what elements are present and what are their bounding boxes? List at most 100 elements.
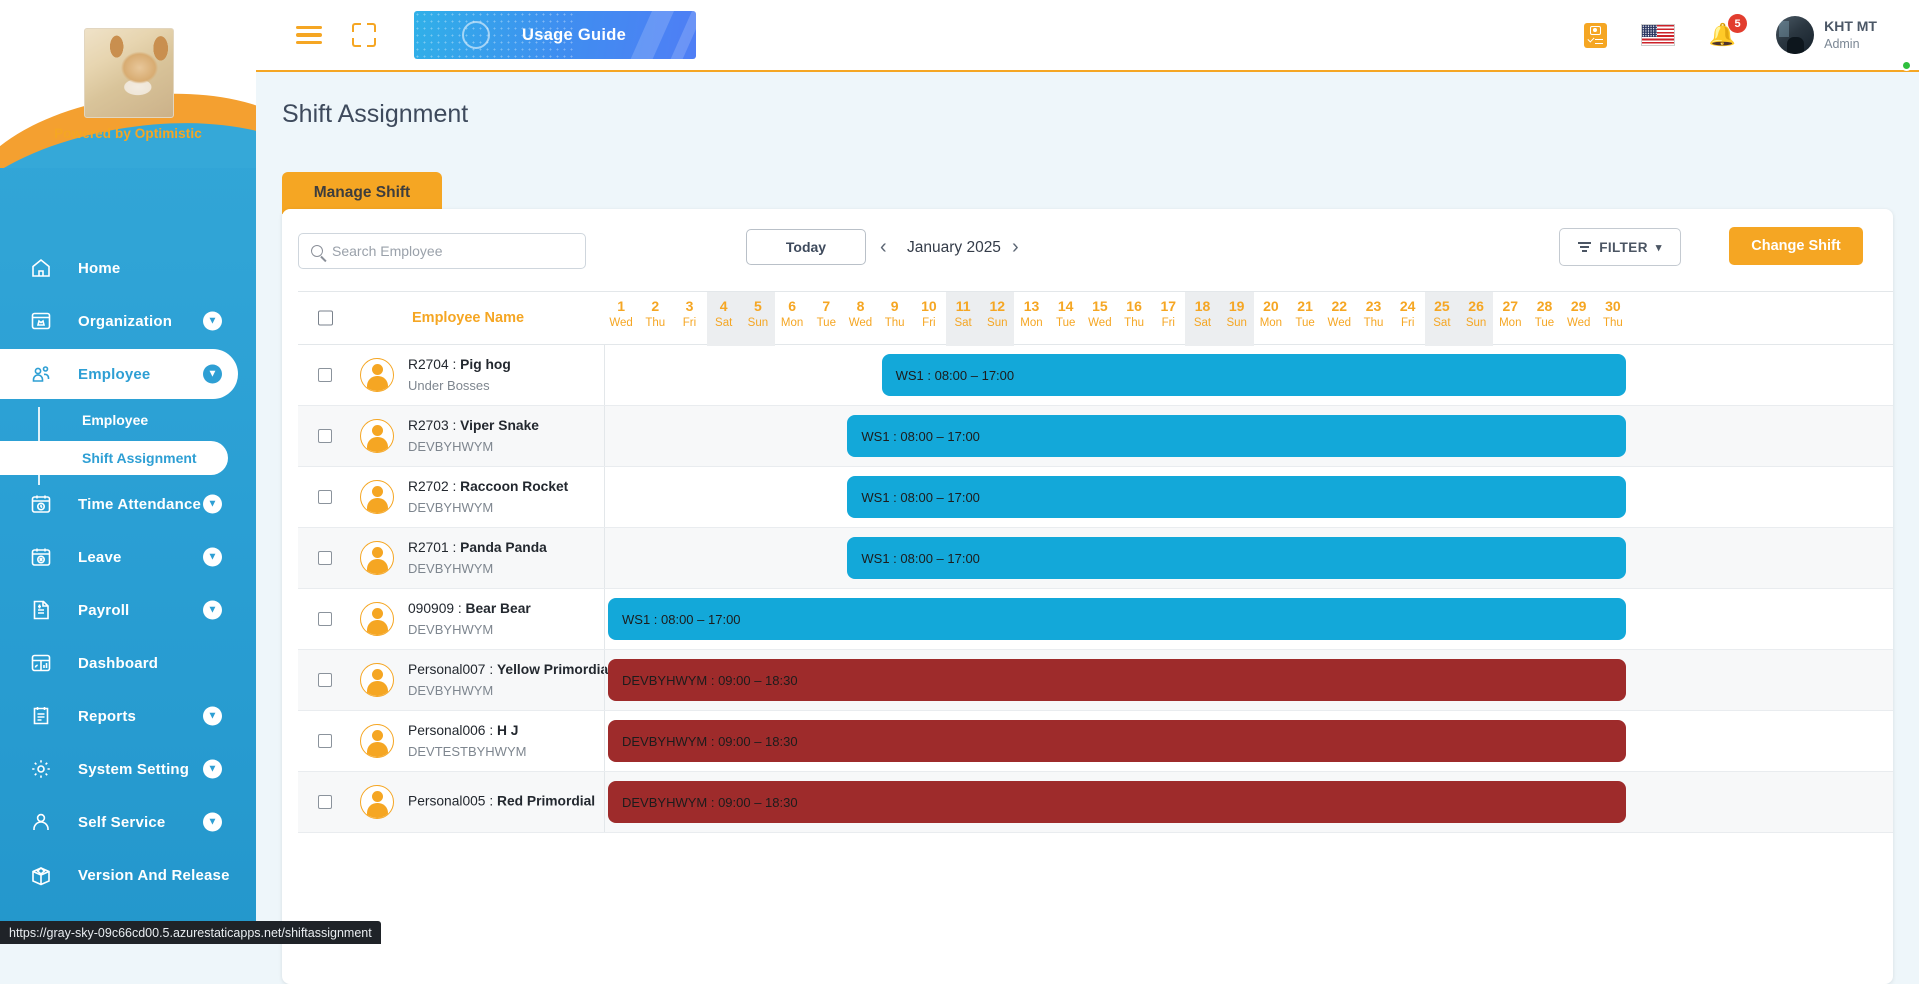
day-column-10[interactable]: 10Fri bbox=[912, 292, 946, 346]
chevron-down-icon[interactable]: ▼ bbox=[203, 601, 222, 620]
shift-bar[interactable]: WS1 : 08:00 – 17:00 bbox=[882, 354, 1626, 396]
sidebar-item-leave[interactable]: Leave▼ bbox=[0, 532, 238, 582]
chevron-right-icon[interactable]: › bbox=[1012, 236, 1019, 259]
day-column-1[interactable]: 1Wed bbox=[604, 292, 638, 346]
table-row[interactable]: R2702 : Raccoon RocketDEVBYHWYMWS1 : 08:… bbox=[298, 467, 1893, 528]
profile-list-icon[interactable] bbox=[1584, 23, 1607, 48]
sidebar-item-organization[interactable]: Organization ▼ bbox=[0, 296, 238, 346]
table-row[interactable]: R2701 : Panda PandaDEVBYHWYMWS1 : 08:00 … bbox=[298, 528, 1893, 589]
row-checkbox[interactable] bbox=[318, 612, 332, 626]
day-column-6[interactable]: 6Mon bbox=[775, 292, 809, 346]
day-column-19[interactable]: 19Sun bbox=[1220, 292, 1254, 346]
day-column-12[interactable]: 12Sun bbox=[980, 292, 1014, 346]
column-divider bbox=[604, 589, 605, 649]
table-row[interactable]: Personal005 : Red PrimordialDEVBYHWYM : … bbox=[298, 772, 1893, 833]
sidebar-item-label: Organization bbox=[78, 313, 172, 330]
chevron-down-icon[interactable]: ▼ bbox=[203, 548, 222, 567]
chevron-down-icon[interactable]: ▼ bbox=[203, 365, 222, 384]
search-input[interactable] bbox=[332, 243, 573, 259]
day-weekday: Wed bbox=[1562, 317, 1596, 329]
sidebar-item-time-attendance[interactable]: Time Attendance▼ bbox=[0, 479, 238, 529]
us-flag-icon[interactable] bbox=[1641, 24, 1675, 46]
shift-bar[interactable]: DEVBYHWYM : 09:00 – 18:30 bbox=[608, 720, 1626, 762]
day-column-27[interactable]: 27Mon bbox=[1493, 292, 1527, 346]
day-column-11[interactable]: 11Sat bbox=[946, 292, 980, 346]
day-column-20[interactable]: 20Mon bbox=[1254, 292, 1288, 346]
chevron-down-icon[interactable]: ▼ bbox=[203, 760, 222, 779]
sidebar-subitem-employee[interactable]: Employee bbox=[0, 403, 228, 437]
shift-bar[interactable]: WS1 : 08:00 – 17:00 bbox=[847, 537, 1626, 579]
sidebar-item-system-setting[interactable]: System Setting▼ bbox=[0, 744, 238, 794]
row-checkbox[interactable] bbox=[318, 673, 332, 687]
shift-grid-scroll[interactable]: Employee Name 1Wed2Thu3Fri4Sat5Sun6Mon7T… bbox=[298, 291, 1893, 984]
shift-bar[interactable]: WS1 : 08:00 – 17:00 bbox=[847, 476, 1626, 518]
filter-button[interactable]: FILTER ▾ bbox=[1559, 228, 1681, 266]
day-column-21[interactable]: 21Tue bbox=[1288, 292, 1322, 346]
user-menu[interactable]: KHT MT Admin bbox=[1776, 16, 1877, 54]
table-row[interactable]: Personal007 : Yellow PrimordialDEVBYHWYM… bbox=[298, 650, 1893, 711]
chevron-down-icon[interactable]: ▼ bbox=[203, 495, 222, 514]
row-checkbox[interactable] bbox=[318, 734, 332, 748]
day-column-18[interactable]: 18Sat bbox=[1185, 292, 1219, 346]
fullscreen-icon[interactable] bbox=[352, 23, 376, 47]
employee-name-separator: : bbox=[485, 662, 497, 677]
sidebar-subitem-shift-assignment[interactable]: Shift Assignment bbox=[0, 441, 228, 475]
clock-calendar-icon bbox=[26, 489, 56, 519]
day-column-2[interactable]: 2Thu bbox=[638, 292, 672, 346]
day-column-23[interactable]: 23Thu bbox=[1356, 292, 1390, 346]
day-column-4[interactable]: 4Sat bbox=[707, 292, 741, 346]
shift-bar[interactable]: WS1 : 08:00 – 17:00 bbox=[847, 415, 1626, 457]
day-column-9[interactable]: 9Thu bbox=[878, 292, 912, 346]
table-row[interactable]: 090909 : Bear BearDEVBYHWYMWS1 : 08:00 –… bbox=[298, 589, 1893, 650]
chevron-down-icon[interactable]: ▼ bbox=[203, 312, 222, 331]
day-column-29[interactable]: 29Wed bbox=[1562, 292, 1596, 346]
row-checkbox[interactable] bbox=[318, 490, 332, 504]
chevron-left-icon[interactable]: ‹ bbox=[880, 236, 887, 259]
shift-bar[interactable]: WS1 : 08:00 – 17:00 bbox=[608, 598, 1626, 640]
day-column-28[interactable]: 28Tue bbox=[1527, 292, 1561, 346]
table-row[interactable]: R2703 : Viper SnakeDEVBYHWYMWS1 : 08:00 … bbox=[298, 406, 1893, 467]
change-shift-button[interactable]: Change Shift bbox=[1729, 227, 1863, 265]
select-all-checkbox[interactable] bbox=[318, 311, 333, 326]
day-number: 28 bbox=[1527, 298, 1561, 314]
row-checkbox[interactable] bbox=[318, 368, 332, 382]
tab-manage-shift[interactable]: Manage Shift bbox=[282, 172, 442, 214]
sidebar-item-payroll[interactable]: Payroll▼ bbox=[0, 585, 238, 635]
row-checkbox[interactable] bbox=[318, 429, 332, 443]
today-button[interactable]: Today bbox=[746, 229, 866, 265]
day-column-15[interactable]: 15Wed bbox=[1083, 292, 1117, 346]
day-column-26[interactable]: 26Sun bbox=[1459, 292, 1493, 346]
chevron-down-icon[interactable]: ▼ bbox=[203, 707, 222, 726]
shift-bar[interactable]: DEVBYHWYM : 09:00 – 18:30 bbox=[608, 659, 1626, 701]
day-column-17[interactable]: 17Fri bbox=[1151, 292, 1185, 346]
sidebar-item-dashboard[interactable]: Dashboard bbox=[0, 638, 238, 688]
day-column-7[interactable]: 7Tue bbox=[809, 292, 843, 346]
sidebar-item-self-service[interactable]: Self Service▼ bbox=[0, 797, 238, 847]
notifications-button[interactable]: 🔔 5 bbox=[1709, 24, 1736, 46]
day-weekday: Fri bbox=[1151, 317, 1185, 329]
sidebar-item-reports[interactable]: Reports▼ bbox=[0, 691, 238, 741]
search-box[interactable] bbox=[298, 233, 586, 269]
day-column-13[interactable]: 13Mon bbox=[1014, 292, 1048, 346]
row-checkbox[interactable] bbox=[318, 795, 332, 809]
table-row[interactable]: Personal006 : H JDEVTESTBYHWYMDEVBYHWYM … bbox=[298, 711, 1893, 772]
day-column-5[interactable]: 5Sun bbox=[741, 292, 775, 346]
day-column-14[interactable]: 14Tue bbox=[1049, 292, 1083, 346]
shift-bar[interactable]: DEVBYHWYM : 09:00 – 18:30 bbox=[608, 781, 1626, 823]
day-column-25[interactable]: 25Sat bbox=[1425, 292, 1459, 346]
day-column-8[interactable]: 8Wed bbox=[843, 292, 877, 346]
sidebar-item-version-and-release[interactable]: Version And Release bbox=[0, 850, 238, 900]
sidebar-item-employee[interactable]: Employee▼ bbox=[0, 349, 238, 399]
row-checkbox[interactable] bbox=[318, 551, 332, 565]
usage-guide-button[interactable]: Usage Guide bbox=[414, 11, 696, 59]
hamburger-icon[interactable] bbox=[296, 22, 322, 49]
day-column-16[interactable]: 16Thu bbox=[1117, 292, 1151, 346]
chevron-down-icon[interactable]: ▼ bbox=[203, 813, 222, 832]
sidebar-item-home[interactable]: Home bbox=[0, 243, 238, 293]
employee-department: Under Bosses bbox=[408, 376, 511, 396]
day-column-22[interactable]: 22Wed bbox=[1322, 292, 1356, 346]
table-row[interactable]: R2704 : Pig hogUnder BossesWS1 : 08:00 –… bbox=[298, 345, 1893, 406]
day-column-30[interactable]: 30Thu bbox=[1596, 292, 1630, 346]
day-column-3[interactable]: 3Fri bbox=[672, 292, 706, 346]
day-column-24[interactable]: 24Fri bbox=[1391, 292, 1425, 346]
